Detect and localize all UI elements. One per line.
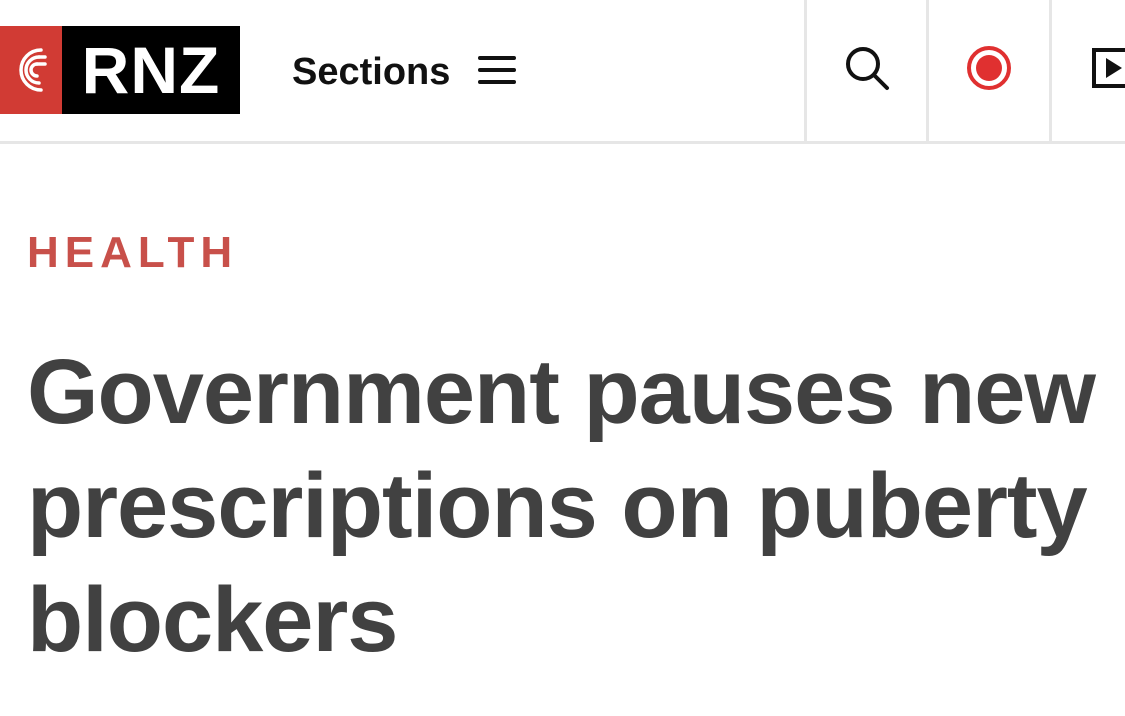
site-header: RNZ Sections [0, 0, 1125, 144]
rnz-swirl-icon [0, 26, 62, 114]
live-radio-icon [965, 44, 1013, 97]
article-headline: Government pauses new prescriptions on p… [27, 341, 1096, 671]
category-label[interactable]: HEALTH [27, 228, 238, 278]
rnz-logo[interactable]: RNZ [0, 26, 240, 114]
sections-label: Sections [292, 50, 451, 93]
hamburger-menu-icon [478, 54, 517, 91]
live-radio-button[interactable] [926, 0, 1049, 141]
sections-menu-button[interactable]: Sections [292, 46, 517, 98]
play-button[interactable] [1049, 0, 1125, 141]
play-icon [1092, 48, 1125, 93]
logo-wordmark: RNZ [62, 26, 240, 114]
search-button[interactable] [804, 0, 927, 141]
search-icon [844, 45, 890, 96]
